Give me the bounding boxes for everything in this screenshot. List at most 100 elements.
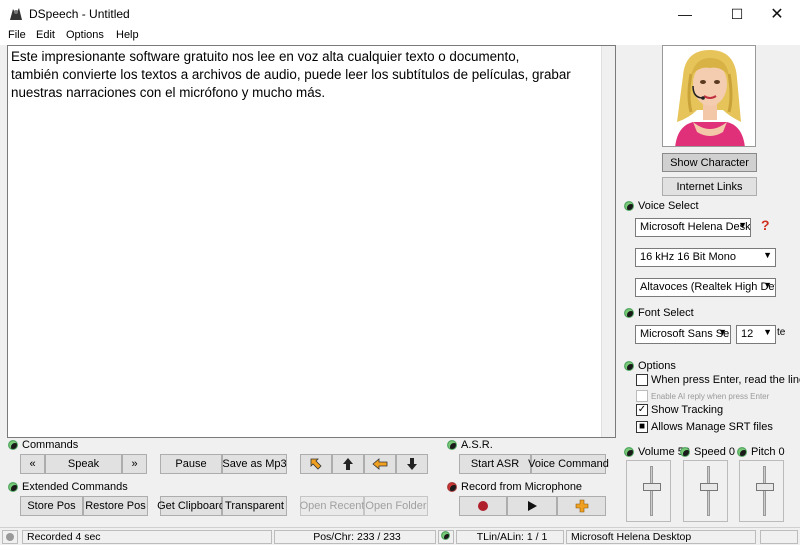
checkbox-checked[interactable]: ■ bbox=[636, 421, 648, 433]
status-indicator-icon bbox=[2, 530, 18, 544]
options-label: Options bbox=[638, 360, 676, 372]
group-indicator-icon bbox=[447, 482, 457, 492]
group-indicator-icon bbox=[8, 440, 18, 450]
internet-links-button[interactable]: Internet Links bbox=[662, 177, 757, 196]
group-indicator-icon bbox=[680, 447, 690, 457]
voice-dropdown-value: Microsoft Helena Desk bbox=[640, 221, 751, 233]
group-indicator-icon bbox=[737, 447, 747, 457]
checkbox[interactable] bbox=[636, 374, 648, 386]
voice-dropdown[interactable]: Microsoft Helena Desk ▼ bbox=[635, 218, 751, 237]
commands-label: Commands bbox=[22, 439, 79, 451]
audio-output-dropdown[interactable]: Altavoces (Realtek High Def ▼ bbox=[635, 278, 776, 297]
pause-button[interactable]: Pause bbox=[160, 454, 222, 474]
checkbox-checked[interactable]: ✓ bbox=[636, 404, 648, 416]
editor-text[interactable]: Este impresionante software gratuito nos… bbox=[11, 48, 591, 102]
play-icon[interactable] bbox=[507, 496, 557, 516]
group-indicator-icon bbox=[624, 201, 634, 211]
menu-options[interactable]: Options bbox=[66, 29, 104, 41]
speed-label: Speed 0 bbox=[694, 446, 735, 458]
close-icon[interactable]: ✕ bbox=[754, 0, 800, 28]
get-clipboard-button[interactable]: Get Clipboard bbox=[157, 496, 225, 516]
pitch-slider-track[interactable] bbox=[763, 466, 766, 516]
volume-slider-track[interactable] bbox=[650, 466, 653, 516]
character-avatar bbox=[662, 45, 756, 147]
store-pos-button[interactable]: Store Pos bbox=[20, 496, 83, 516]
group-indicator-icon bbox=[447, 440, 457, 450]
option-show-tracking[interactable]: ✓ Show Tracking bbox=[636, 404, 723, 416]
restore-pos-button[interactable]: Restore Pos bbox=[83, 496, 148, 516]
arrow-left-icon[interactable] bbox=[364, 454, 396, 474]
extended-commands-label: Extended Commands bbox=[22, 481, 128, 493]
group-indicator-icon bbox=[8, 482, 18, 492]
vertical-scrollbar[interactable] bbox=[601, 46, 615, 437]
menu-bar: File Edit Options Help bbox=[0, 28, 800, 45]
status-recorded: Recorded 4 sec bbox=[22, 530, 272, 544]
font-size-value: 12 bbox=[741, 328, 754, 340]
volume-slider-box bbox=[626, 460, 671, 522]
option-read-line-label: When press Enter, read the line bbox=[651, 374, 800, 386]
record-icon[interactable] bbox=[459, 496, 507, 516]
font-dropdown[interactable]: Microsoft Sans Se ▼ bbox=[635, 325, 731, 344]
asr-group-label: A.S.R. bbox=[447, 439, 493, 451]
status-extra bbox=[760, 530, 798, 544]
option-manage-srt[interactable]: ■ Allows Manage SRT files bbox=[636, 421, 773, 433]
font-dropdown-value: Microsoft Sans Se bbox=[640, 328, 730, 340]
audio-output-value: Altavoces (Realtek High Def bbox=[640, 281, 776, 293]
arrow-up-left-icon[interactable] bbox=[300, 454, 332, 474]
audio-format-dropdown[interactable]: 16 kHz 16 Bit Mono ▼ bbox=[635, 248, 776, 267]
next-button[interactable]: » bbox=[122, 454, 147, 474]
audio-format-value: 16 kHz 16 Bit Mono bbox=[640, 251, 736, 263]
font-select-label: Font Select bbox=[638, 307, 694, 319]
font-select-group-label: Font Select bbox=[624, 307, 694, 319]
save-mp3-button[interactable]: Save as Mp3 bbox=[222, 454, 287, 474]
checkbox bbox=[636, 390, 648, 402]
open-recent-button[interactable]: Open Recent bbox=[300, 496, 364, 516]
add-icon[interactable] bbox=[557, 496, 606, 516]
transparent-button[interactable]: Transparent bbox=[222, 496, 287, 516]
minimize-icon[interactable]: — bbox=[662, 0, 708, 28]
help-icon[interactable]: ? bbox=[761, 217, 770, 233]
pitch-slider-thumb[interactable] bbox=[756, 483, 774, 491]
options-group-label: Options bbox=[624, 360, 676, 372]
option-ai-reply: Enable AI reply when press Enter bbox=[636, 390, 769, 402]
status-bar: Recorded 4 sec Pos/Chr: 233 / 233 TLin/A… bbox=[0, 527, 800, 545]
status-tracking-icon bbox=[438, 530, 454, 544]
previous-button[interactable]: « bbox=[20, 454, 45, 474]
chevron-down-icon: ▼ bbox=[718, 327, 727, 337]
open-folder-button[interactable]: Open Folder bbox=[364, 496, 428, 516]
speed-slider-box bbox=[683, 460, 728, 522]
chevron-down-icon: ▼ bbox=[763, 327, 772, 337]
menu-help[interactable]: Help bbox=[116, 29, 139, 41]
text-editor[interactable]: Este impresionante software gratuito nos… bbox=[7, 45, 616, 438]
speed-slider-thumb[interactable] bbox=[700, 483, 718, 491]
font-suffix: te bbox=[777, 327, 786, 338]
group-indicator-icon bbox=[624, 308, 634, 318]
extended-commands-group-label: Extended Commands bbox=[8, 481, 128, 493]
group-indicator-icon bbox=[624, 361, 634, 371]
chevron-down-icon: ▼ bbox=[763, 280, 772, 290]
speed-slider-track[interactable] bbox=[707, 466, 710, 516]
status-voice: Microsoft Helena Desktop bbox=[566, 530, 756, 544]
voice-select-group-label: Voice Select bbox=[624, 200, 699, 212]
option-read-line[interactable]: When press Enter, read the line bbox=[636, 374, 800, 386]
volume-slider-thumb[interactable] bbox=[643, 483, 661, 491]
pitch-label: Pitch 0 bbox=[751, 446, 785, 458]
voice-command-button[interactable]: Voice Command bbox=[528, 454, 609, 474]
arrow-up-icon[interactable] bbox=[332, 454, 364, 474]
option-ai-reply-label: Enable AI reply when press Enter bbox=[651, 391, 770, 401]
status-line: TLin/ALin: 1 / 1 bbox=[456, 530, 564, 544]
chevron-down-icon: ▼ bbox=[763, 250, 772, 260]
speak-button[interactable]: Speak bbox=[45, 454, 122, 474]
font-size-dropdown[interactable]: 12 ▼ bbox=[736, 325, 776, 344]
start-asr-button[interactable]: Start ASR bbox=[459, 454, 531, 474]
commands-group-label: Commands bbox=[8, 439, 78, 451]
option-show-tracking-label: Show Tracking bbox=[651, 404, 724, 416]
voice-select-label: Voice Select bbox=[638, 200, 699, 212]
option-manage-srt-label: Allows Manage SRT files bbox=[651, 421, 773, 433]
arrow-down-icon[interactable] bbox=[396, 454, 428, 474]
speed-slider-label: Speed 0 bbox=[680, 446, 735, 458]
menu-edit[interactable]: Edit bbox=[36, 29, 55, 41]
menu-file[interactable]: File bbox=[8, 29, 26, 41]
show-character-button[interactable]: Show Character bbox=[662, 153, 757, 172]
chevron-down-icon: ▼ bbox=[738, 220, 747, 230]
